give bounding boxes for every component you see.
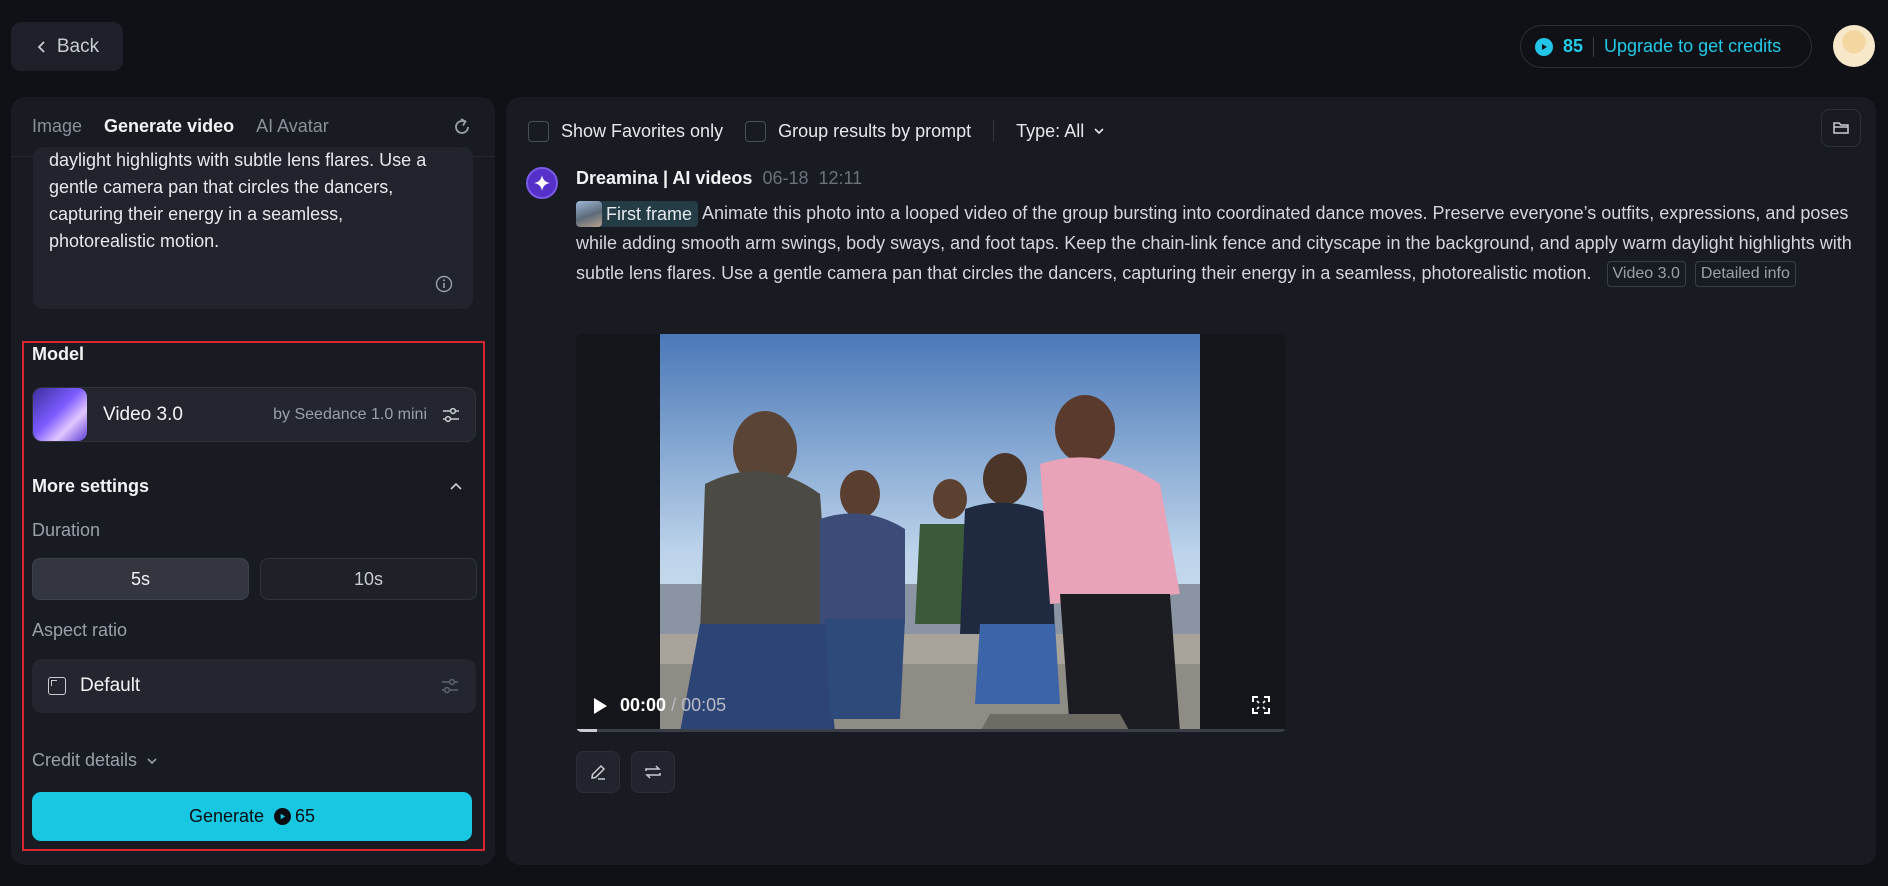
post-author: Dreamina | AI videos	[576, 168, 753, 188]
favorites-label: Show Favorites only	[561, 120, 724, 141]
post-header: Dreamina | AI videos 06-18 12:11	[576, 168, 862, 189]
model-selector[interactable]: Video 3.0 by Seedance 1.0 mini	[32, 387, 476, 442]
results-panel: Show Favorites only Group results by pro…	[506, 97, 1876, 865]
credits-count: 85	[1563, 36, 1584, 56]
aspect-ratio-icon	[48, 677, 66, 695]
chevron-left-icon	[37, 40, 45, 53]
credit-details-label: Credit details	[32, 750, 138, 770]
post-prompt: First frame Animate this photo into a lo…	[576, 198, 1856, 288]
folder-button[interactable]	[1821, 109, 1861, 147]
group-checkbox[interactable]	[745, 120, 767, 142]
favorites-checkbox[interactable]	[528, 120, 549, 142]
filter-divider	[993, 120, 995, 142]
upgrade-link[interactable]: Upgrade to get credits	[1604, 36, 1781, 57]
generate-cost: 65	[295, 806, 316, 826]
chevron-up-icon[interactable]	[448, 479, 464, 495]
video-still	[660, 334, 1200, 732]
first-frame-label: First frame	[606, 204, 693, 225]
chevron-down-icon	[147, 757, 157, 764]
credits-pill[interactable]: 85 Upgrade to get credits	[1520, 25, 1812, 68]
generate-button[interactable]: Generate 65	[32, 792, 472, 841]
duration-5s-button[interactable]: 5s	[32, 558, 249, 600]
total-time: / 00:05	[671, 695, 727, 715]
info-icon[interactable]	[435, 275, 453, 293]
video-controls: 00:00 / 00:05	[592, 695, 726, 716]
sliders-icon[interactable]	[441, 405, 461, 425]
model-section-title: Model	[32, 344, 84, 364]
video-progress-bar[interactable]	[576, 729, 1286, 732]
prompt-textarea[interactable]: daylight highlights with subtle lens fla…	[33, 147, 473, 309]
pill-divider	[1593, 36, 1595, 57]
post-time: 12:11	[818, 168, 863, 188]
group-label: Group results by prompt	[778, 120, 972, 141]
detailed-info-button[interactable]: Detailed info	[1694, 261, 1796, 288]
aspect-ratio-label: Aspect ratio	[32, 620, 128, 640]
back-label: Back	[56, 35, 100, 57]
aspect-ratio-selector[interactable]: Default	[32, 659, 476, 713]
favorites-filter[interactable]: Show Favorites only	[528, 120, 724, 142]
dreamina-logo-icon	[526, 167, 558, 199]
back-button[interactable]: Back	[11, 22, 123, 71]
prompt-text[interactable]: daylight highlights with subtle lens fla…	[49, 147, 449, 255]
chevron-down-icon	[1094, 128, 1104, 135]
folder-icon	[1833, 122, 1849, 134]
edit-button[interactable]	[576, 751, 620, 793]
video-frame[interactable]	[660, 334, 1200, 732]
sliders-icon[interactable]	[440, 676, 460, 696]
duration-10s-button[interactable]: 10s	[260, 558, 477, 600]
refresh-icon[interactable]	[451, 116, 473, 138]
fullscreen-icon[interactable]	[1252, 696, 1270, 714]
model-thumbnail	[33, 388, 87, 441]
regenerate-button[interactable]	[631, 751, 675, 793]
first-frame-chip[interactable]: First frame	[576, 201, 699, 228]
first-frame-thumbnail	[576, 201, 602, 228]
model-name: Video 3.0	[103, 403, 183, 425]
model-provider: by Seedance 1.0 mini	[273, 405, 427, 423]
edit-icon	[591, 764, 606, 780]
credit-details-toggle[interactable]: Credit details	[32, 750, 159, 771]
model-tag: Video 3.0	[1606, 261, 1686, 288]
filter-bar: Show Favorites only Group results by pro…	[528, 115, 1106, 147]
aspect-ratio-value: Default	[80, 675, 141, 696]
video-progress-fill	[576, 729, 598, 732]
generate-label: Generate	[188, 806, 265, 826]
more-settings-title[interactable]: More settings	[32, 476, 149, 497]
coin-icon	[1535, 37, 1553, 56]
group-filter[interactable]: Group results by prompt	[745, 120, 972, 142]
type-filter-label: Type: All	[1016, 120, 1085, 141]
coin-icon	[274, 808, 292, 825]
play-icon[interactable]	[592, 697, 608, 715]
post-date: 06-18	[762, 168, 809, 188]
type-filter-dropdown[interactable]: Type: All	[1016, 121, 1106, 142]
video-player[interactable]: 00:00 / 00:05	[576, 334, 1286, 732]
regenerate-icon	[645, 765, 661, 779]
current-time: 00:00	[620, 695, 667, 715]
duration-label: Duration	[32, 520, 101, 540]
user-avatar[interactable]	[1833, 25, 1875, 67]
